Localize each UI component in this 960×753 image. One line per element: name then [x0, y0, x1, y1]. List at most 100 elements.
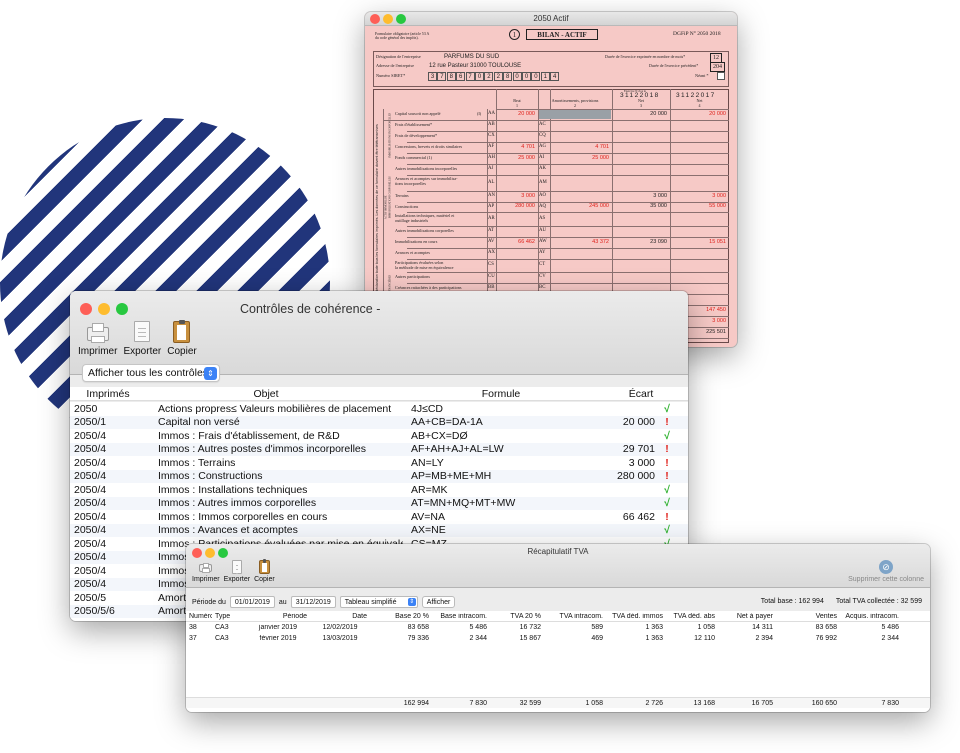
total-cell: 1 058 [585, 699, 603, 707]
row-code-1: AJ [488, 166, 494, 171]
row-code-1: AL [488, 179, 495, 185]
zoom-button[interactable] [116, 303, 128, 315]
filter-select[interactable]: Afficher tous les contrôles ⇕ [82, 364, 220, 382]
table-row[interactable]: 2050/4 Immos : Installations techniques AR… [70, 483, 688, 497]
tva-table-header: Numéro Type Période Date Base 20 % Base intra… [186, 611, 930, 622]
col-header[interactable]: Base intracom. [432, 613, 490, 620]
row-code-1: AP [488, 203, 495, 209]
table-cell: 12/02/2019 [322, 624, 358, 631]
export-document-icon [134, 321, 151, 342]
row-label: Frais de développement* [395, 133, 438, 138]
col-header[interactable]: Numéro [186, 613, 212, 620]
date-from-input[interactable]: 01/01/2019 [229, 596, 275, 608]
col-header[interactable]: Type [212, 613, 246, 620]
table-cell: 38 [189, 624, 197, 631]
col-header[interactable]: TVA déd. immos [606, 613, 666, 620]
col-header-imprimes[interactable]: Imprimés [70, 388, 146, 400]
table-cell: 15 867 [519, 635, 541, 642]
row-label: Autres immobilisations corporelles [395, 228, 454, 233]
table-row[interactable]: 2050 Actions propres≤ Valeurs mobilières … [70, 402, 688, 416]
col-header[interactable]: Période [246, 613, 310, 620]
table-row[interactable]: 2050/4 Immos : Autres immos corporelles AT… [70, 496, 688, 510]
designation-label: Désignation de l'entreprise [376, 54, 421, 59]
row-label: Avances et acomptes [395, 250, 431, 255]
siret-digit: 0 [512, 72, 522, 81]
col-header[interactable]: Acquis. intracom. [840, 613, 902, 620]
row-code-2: AQ [539, 203, 546, 209]
col-header[interactable]: Net à payer [718, 613, 776, 620]
col-num-1: 1 [516, 103, 518, 108]
warning-icon: ! [665, 470, 669, 483]
table-cell: 2 394 [755, 635, 773, 642]
cell-formule: AB+CX=DØ [411, 429, 468, 442]
duree-prec-label: Durée de l'exercice précédent* [649, 63, 699, 68]
row-code-2: AI [539, 155, 545, 160]
form-number-badge: 1 [509, 29, 520, 40]
row-extra: (I) [477, 111, 482, 116]
cell-objet: Immos : Autres postes d'immos incorporel… [158, 443, 366, 456]
siret-digit: 2 [484, 72, 494, 81]
table-row[interactable]: 2050/1 Capital non versé AA+CB=DA-1A 20 000… [70, 415, 688, 429]
cell-imprime: 2050/4 [74, 483, 107, 496]
col-header[interactable]: Base 20 % [370, 613, 432, 620]
print-button[interactable]: Imprimer [78, 321, 117, 357]
row-divider [407, 248, 729, 249]
siret-digit: 4 [550, 72, 560, 81]
table-row[interactable]: 38 CA3 janvier 2019 12/02/2019 83 658 5 486 16… [186, 622, 930, 633]
export-button[interactable]: Exporter [224, 560, 250, 583]
check-icon: √ [664, 429, 670, 442]
col-header[interactable]: TVA déd. abs [666, 613, 718, 620]
table-cell: CA3 [215, 624, 229, 631]
row-value-3: 23 090 [650, 238, 667, 245]
afficher-button[interactable]: Afficher [421, 596, 456, 608]
cell-ecart: 3 000 [628, 456, 655, 469]
table-row[interactable]: 2050/4 Immos : Autres postes d'immos inco… [70, 442, 688, 456]
col-header[interactable]: Ventes [776, 613, 840, 620]
minimize-button[interactable] [98, 303, 110, 315]
mode-select[interactable]: Tableau simplifié ⇕ [339, 596, 418, 608]
neant-checkbox[interactable] [717, 72, 725, 80]
row-divider [407, 202, 729, 203]
delete-column-label: Supprimer cette colonne [848, 576, 924, 583]
siret-digit: 1 [540, 72, 550, 81]
table-cell: 469 [591, 635, 603, 642]
table-row[interactable]: 2050/4 Immos : Avances et acomptes AX=NE √ [70, 523, 688, 537]
row-value-4: 3 000 [712, 192, 726, 199]
table-row[interactable]: 2050/4 Immos : Immos corporelles en cours… [70, 510, 688, 524]
export-label: Exporter [123, 346, 162, 357]
row-code-2: AS [539, 215, 546, 221]
table-row[interactable]: 37 CA3 février 2019 13/03/2019 79 336 2 344 15… [186, 633, 930, 644]
delete-column-button[interactable]: ⊘ Supprimer cette colonne [848, 560, 924, 583]
table-row[interactable]: 2050/4 Immos : Constructions AP=MB+ME+MH 28… [70, 469, 688, 483]
row-code-1: AN [488, 193, 495, 198]
col-header-formule[interactable]: Formule [386, 388, 616, 400]
cell-objet: Immos : Frais d'établissement, de R&D [158, 429, 340, 442]
table-cell: 16 732 [519, 624, 541, 631]
table-row[interactable]: 2050/4 Immos : Frais d'établissement, de … [70, 429, 688, 443]
row-value-1: 25 000 [518, 154, 535, 161]
cell-imprime: 2050/5 [74, 591, 107, 604]
export-button[interactable]: Exporter [123, 321, 161, 357]
periode-label: Période du [192, 598, 226, 606]
siret-digit: 8 [503, 72, 513, 81]
copy-button[interactable]: Copier [254, 559, 275, 583]
table-cell: 83 658 [815, 624, 837, 631]
date-n1: 31122017 [676, 92, 716, 99]
copy-button[interactable]: Copier [167, 320, 197, 357]
totals-summary: Total base : 162 994 Total TVA collectée… [761, 598, 922, 605]
dgfip-reference: DGFiP N° 2050 2018 [673, 31, 721, 37]
print-label: Imprimer [192, 576, 220, 583]
siret-digit: 8 [446, 72, 456, 81]
col-header[interactable]: TVA 20 % [490, 613, 544, 620]
table-row[interactable]: 2050/4 Immos : Terrains AN=LY 3 000! [70, 456, 688, 470]
copy-label: Copier [167, 346, 197, 357]
row-label: Frais d'établissement* [395, 122, 433, 127]
col-header[interactable]: Date [310, 613, 370, 620]
date-to-input[interactable]: 31/12/2019 [290, 596, 336, 608]
close-button[interactable] [80, 303, 92, 315]
cell-imprime: 2050/4 [74, 578, 107, 591]
col-header[interactable]: TVA intracom. [544, 613, 606, 620]
print-button[interactable]: Imprimer [192, 560, 220, 583]
col-header-objet[interactable]: Objet [146, 388, 386, 400]
col-header-ecart[interactable]: Écart [616, 388, 666, 400]
